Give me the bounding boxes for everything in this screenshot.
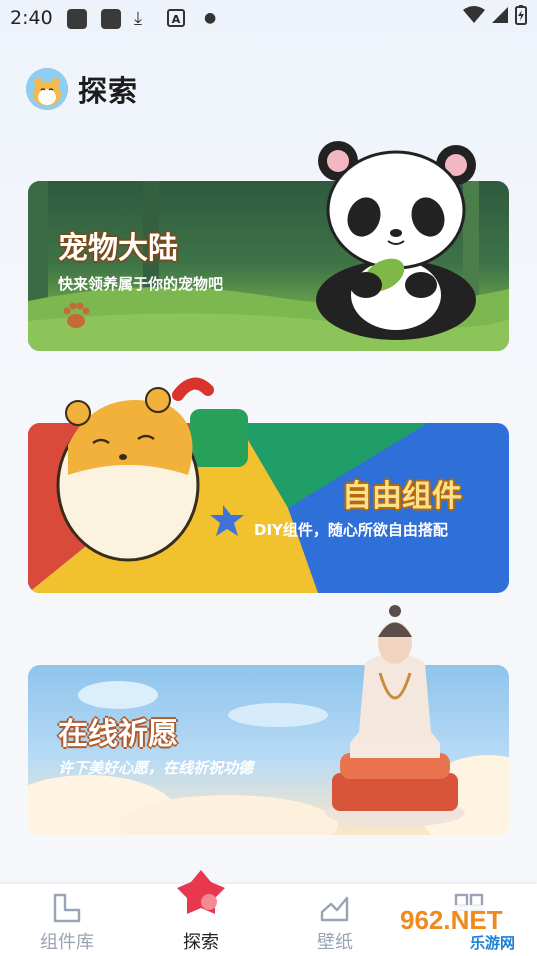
wifi-icon xyxy=(463,6,485,23)
free-widget-card[interactable]: 自由组件 DIY组件，随心所欲自由搭配 xyxy=(28,377,509,593)
wallpaper-icon xyxy=(320,896,349,922)
download-icon: ⤓ xyxy=(134,8,142,29)
card-title: 宠物大陆 xyxy=(58,231,178,266)
panda-illustration xyxy=(316,141,476,340)
card-subtitle: 快来领养属于你的宠物吧 xyxy=(58,275,224,293)
online-prayer-card[interactable]: 在线祈愿 许下美好心愿，在线祈祝功德 xyxy=(28,605,509,835)
cell-signal-icon xyxy=(492,7,508,23)
font-a-icon: A xyxy=(167,9,185,27)
page-title: 探索 xyxy=(78,74,139,108)
status-time: 2:40 xyxy=(10,7,53,29)
tab-explore[interactable]: 探索 xyxy=(134,870,268,956)
tab-label: 壁纸 xyxy=(317,932,353,953)
card-subtitle: 许下美好心愿，在线祈祝功德 xyxy=(58,759,254,777)
tab-label: 组件库 xyxy=(40,932,94,953)
watermark-logo: 962.NET 乐游网 xyxy=(396,905,534,953)
card-title: 在线祈愿 xyxy=(58,717,178,752)
more-notifications-dot-icon: ● xyxy=(204,10,217,26)
widget-library-icon xyxy=(53,893,81,923)
hamster-illustration xyxy=(56,377,269,562)
card-title: 自由组件 xyxy=(342,479,462,514)
tab-widget-library[interactable]: 组件库 xyxy=(0,884,134,956)
page-header: 探索 xyxy=(26,68,138,110)
battery-icon xyxy=(515,5,527,25)
watermark-subtext: 乐游网 xyxy=(470,934,516,952)
app-logo xyxy=(26,68,68,110)
tab-wallpaper[interactable]: 壁纸 xyxy=(268,884,402,956)
app-notification-icon xyxy=(101,9,121,29)
status-bar: 2:40 ⤓ A ● xyxy=(0,0,537,36)
explore-icon xyxy=(177,870,225,914)
buddha-statue-illustration xyxy=(325,605,465,827)
app-notification-icon xyxy=(67,9,87,29)
pet-land-card[interactable]: 宠物大陆 快来领养属于你的宠物吧 xyxy=(28,141,509,351)
tab-label: 探索 xyxy=(183,932,219,953)
